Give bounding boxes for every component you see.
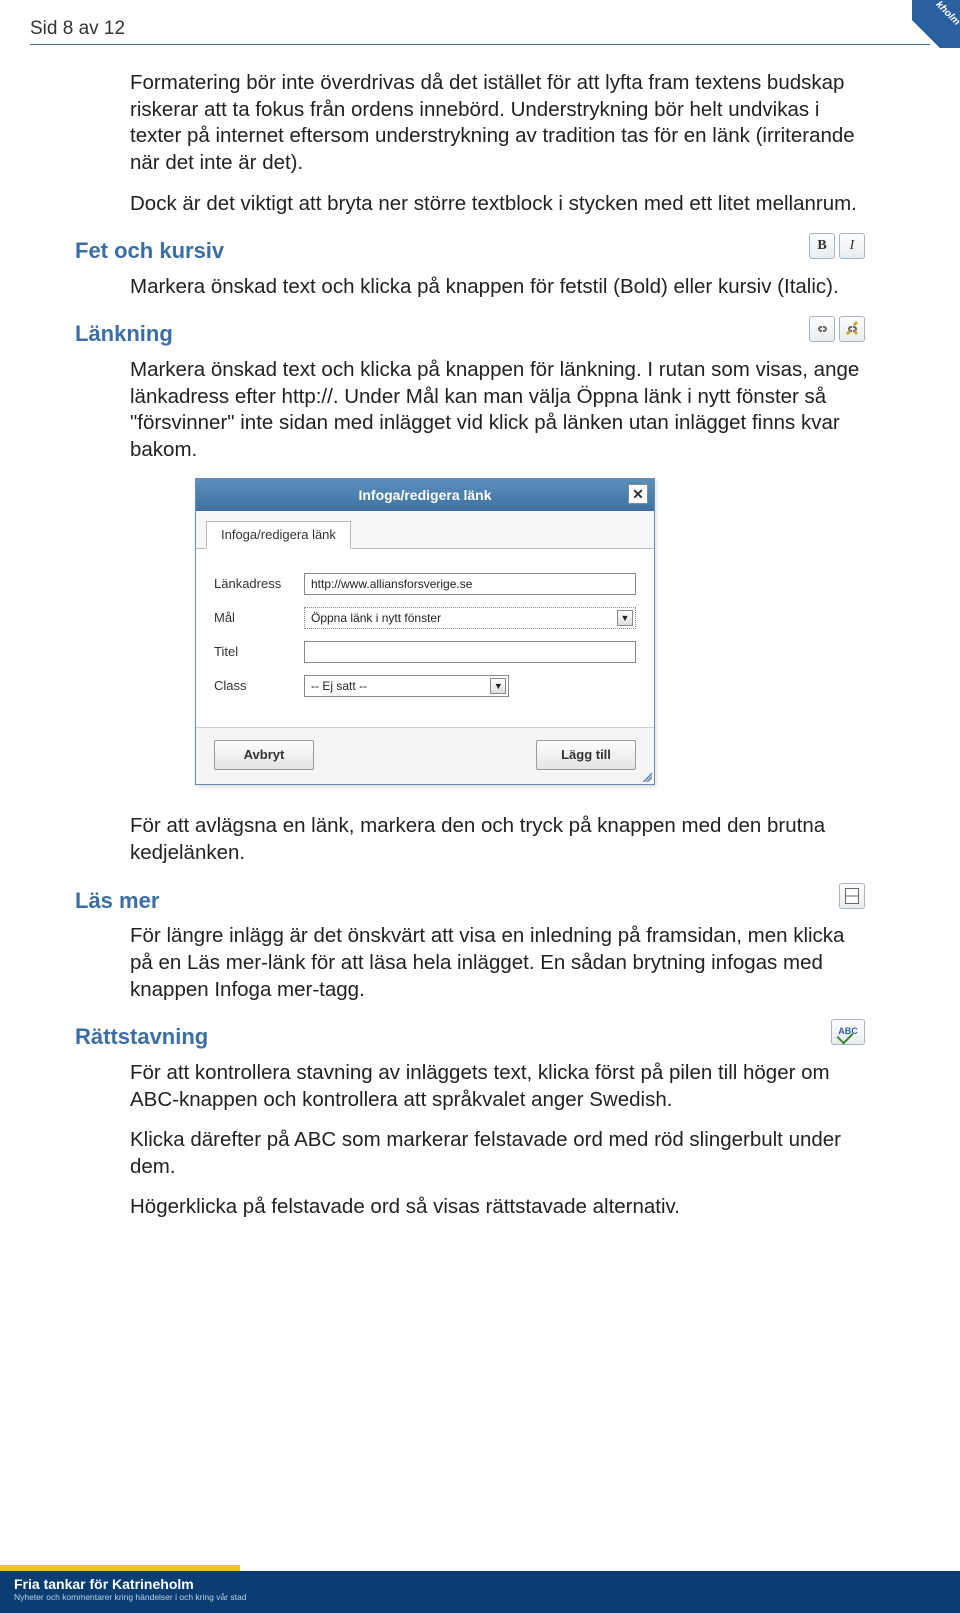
paragraph-lankning: Markera önskad text och klicka på knappe… — [130, 357, 865, 464]
heading-lankning: Länkning — [75, 320, 173, 349]
link-dialog: Infoga/redigera länk ✕ Infoga/redigera l… — [195, 478, 655, 786]
footer-title: Fria tankar för Katrineholm — [14, 1576, 946, 1592]
title-input[interactable] — [304, 641, 636, 663]
corner-logo: kholm — [912, 0, 960, 48]
link-icon[interactable] — [809, 316, 835, 342]
title-label: Titel — [214, 644, 304, 661]
dialog-titlebar: Infoga/redigera länk ✕ — [196, 479, 654, 511]
paragraph-textblock: Dock är det viktigt att bryta ner större… — [130, 191, 865, 218]
heading-rattstavning: Rättstavning — [75, 1023, 208, 1052]
more-tag-icon[interactable] — [839, 883, 865, 909]
paragraph-fetkursiv: Markera önskad text och klicka på knappe… — [130, 274, 865, 301]
footer-subtitle: Nyheter och kommentarer kring händelser … — [14, 1592, 946, 1602]
chevron-down-icon[interactable]: ▼ — [617, 610, 633, 626]
page-footer: Fria tankar för Katrineholm Nyheter och … — [0, 1571, 960, 1613]
heading-las-mer: Läs mer — [75, 887, 159, 916]
paragraph-remove-link: För att avlägsna en länk, markera den oc… — [130, 813, 865, 866]
class-label: Class — [214, 678, 304, 695]
cancel-button[interactable]: Avbryt — [214, 740, 314, 770]
dialog-close-button[interactable]: ✕ — [628, 484, 648, 504]
paragraph-ratt-2: Klicka därefter på ABC som markerar fels… — [130, 1127, 865, 1180]
class-select[interactable]: -- Ej satt -- ▼ — [304, 675, 509, 697]
page-number: Sid 8 av 12 — [0, 0, 960, 42]
target-select[interactable]: Öppna länk i nytt fönster ▼ — [304, 607, 636, 629]
chevron-down-icon[interactable]: ▼ — [490, 678, 506, 694]
spellcheck-icon[interactable]: ABC — [831, 1019, 865, 1045]
url-input[interactable]: http://www.alliansforsverige.se — [304, 573, 636, 595]
dialog-title: Infoga/redigera länk — [358, 486, 491, 504]
italic-icon[interactable]: I — [839, 233, 865, 259]
dialog-tabs: Infoga/redigera länk — [196, 511, 654, 550]
target-label: Mål — [214, 610, 304, 627]
paragraph-formatting: Formatering bör inte överdrivas då det i… — [130, 70, 865, 177]
ok-button[interactable]: Lägg till — [536, 740, 636, 770]
paragraph-lasmer: För längre inlägg är det önskvärt att vi… — [130, 923, 865, 1003]
paragraph-ratt-1: För att kontrollera stavning av inlägget… — [130, 1060, 865, 1113]
dialog-tab-main[interactable]: Infoga/redigera länk — [206, 521, 351, 550]
resize-grip-icon[interactable] — [640, 770, 652, 782]
url-label: Länkadress — [214, 576, 304, 593]
heading-fet-och-kursiv: Fet och kursiv — [75, 237, 224, 266]
bold-icon[interactable]: B — [809, 233, 835, 259]
unlink-icon[interactable] — [839, 316, 865, 342]
paragraph-ratt-3: Högerklicka på felstavade ord så visas r… — [130, 1194, 865, 1221]
